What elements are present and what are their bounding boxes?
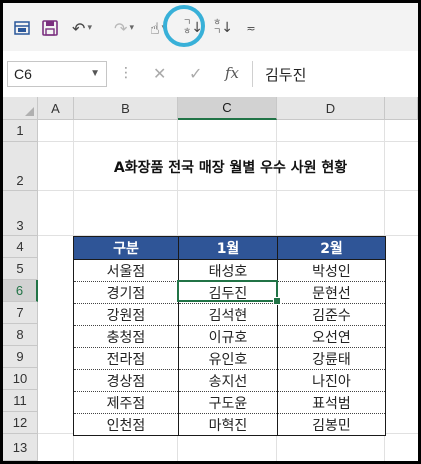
header-cell[interactable]: 1월: [178, 236, 278, 260]
row-header[interactable]: 8: [3, 324, 38, 346]
table-cell[interactable]: 오선연: [277, 325, 386, 348]
column-header-c[interactable]: C: [178, 97, 277, 120]
table-cell[interactable]: 김석현: [178, 303, 278, 326]
row-header[interactable]: 1: [3, 120, 38, 142]
row-header[interactable]: 6: [3, 280, 38, 302]
row-header[interactable]: 5: [3, 258, 38, 280]
row-header[interactable]: 13: [3, 434, 38, 461]
table-cell[interactable]: 마혁진: [178, 413, 278, 436]
data-table: 구분 1월 2월 서울점 태성호 박성인 경기점 김두진 문현선 강원점 김석현…: [73, 236, 386, 436]
insert-function-icon[interactable]: fx: [225, 64, 239, 82]
table-cell[interactable]: 김준수: [277, 303, 386, 326]
row-header[interactable]: 4: [3, 236, 38, 258]
table-cell[interactable]: 송지선: [178, 369, 278, 392]
table-cell[interactable]: 이규호: [178, 325, 278, 348]
undo-button[interactable]: ↶ ▾: [67, 16, 97, 40]
table-row: 강원점 김석현 김준수: [73, 303, 386, 326]
formula-bar: C6 ▼ ⋮ ✕ ✓ fx 김두진: [3, 51, 418, 98]
row-header[interactable]: 7: [3, 302, 38, 324]
table-row: 충청점 이규호 오선연: [73, 325, 386, 348]
name-box-value: C6: [14, 66, 32, 82]
select-all-button[interactable]: [3, 97, 38, 120]
table-cell[interactable]: 전라점: [73, 347, 179, 370]
table-cell[interactable]: 인천점: [73, 413, 179, 436]
table-cell[interactable]: 경기점: [73, 281, 179, 304]
table-row: 제주점 구도윤 표석범: [73, 391, 386, 414]
redo-button[interactable]: ↷ ▾: [109, 16, 139, 40]
save-layout-icon[interactable]: [11, 16, 33, 40]
table-cell[interactable]: 경상점: [73, 369, 179, 392]
divider: [252, 61, 253, 87]
row-header[interactable]: 12: [3, 412, 38, 434]
table-cell[interactable]: 김봉민: [277, 413, 386, 436]
table-cell[interactable]: 나진아: [277, 369, 386, 392]
name-box[interactable]: C6 ▼: [7, 61, 107, 87]
table-row: 서울점 태성호 박성인: [73, 259, 386, 282]
chevron-down-icon[interactable]: ▼: [90, 62, 100, 86]
redo-icon: ↷: [114, 18, 128, 38]
sheet-title[interactable]: A화장품 전국 매장 월별 우수 사원 현황: [73, 157, 388, 177]
header-cell[interactable]: 구분: [73, 236, 179, 260]
enter-icon[interactable]: ✓: [189, 64, 202, 83]
table-cell[interactable]: 강륜태: [277, 347, 386, 370]
row-header[interactable]: 9: [3, 346, 38, 368]
table-cell[interactable]: 표석범: [277, 391, 386, 414]
row-header[interactable]: 11: [3, 390, 38, 412]
cancel-icon[interactable]: ✕: [153, 64, 166, 83]
table-cell[interactable]: 충청점: [73, 325, 179, 348]
table-cell[interactable]: 문현선: [277, 281, 386, 304]
save-icon[interactable]: [39, 16, 61, 40]
table-row: 경상점 송지선 나진아: [73, 369, 386, 392]
table-row: 전라점 유인호 강륜태: [73, 347, 386, 370]
more-icon: ⋮: [119, 65, 133, 81]
header-cell[interactable]: 2월: [277, 236, 386, 260]
chevron-down-icon: ▾: [129, 23, 134, 33]
gridline: [38, 141, 418, 142]
excel-window: ↶ ▾ ↷ ▾ ☝ ▾ ㄱㅎ ↓ ㅎㄱ ↓ ≂ C6 ▼ ⋮ ✕ ✓ fx 김두진 A B: [0, 0, 421, 464]
gridline: [38, 190, 418, 191]
table-cell[interactable]: 태성호: [178, 259, 278, 282]
active-cell-border: [177, 280, 278, 302]
sort-descending-icon[interactable]: ㅎㄱ ↓: [211, 16, 235, 40]
undo-icon: ↶: [72, 18, 86, 38]
quick-access-toolbar: ↶ ▾ ↷ ▾ ☝ ▾ ㄱㅎ ↓ ㅎㄱ ↓ ≂: [3, 3, 418, 52]
row-header[interactable]: 10: [3, 368, 38, 390]
formula-input[interactable]: 김두진: [265, 64, 306, 85]
table-cell[interactable]: 강원점: [73, 303, 179, 326]
touch-mode-icon: ☝: [149, 18, 160, 38]
chevron-down-icon: ▾: [87, 23, 92, 33]
table-cell[interactable]: 박성인: [277, 259, 386, 282]
customize-toolbar-icon[interactable]: ≂: [243, 16, 259, 40]
table-header-row: 구분 1월 2월: [73, 236, 386, 260]
table-cell[interactable]: 유인호: [178, 347, 278, 370]
column-header-b[interactable]: B: [74, 97, 178, 120]
row-header[interactable]: 2: [3, 142, 38, 191]
column-header-d[interactable]: D: [277, 97, 385, 120]
table-cell[interactable]: 서울점: [73, 259, 179, 282]
row-header[interactable]: 3: [3, 191, 38, 236]
fill-handle[interactable]: [273, 297, 281, 305]
column-header-a[interactable]: A: [38, 97, 74, 120]
table-cell[interactable]: 제주점: [73, 391, 179, 414]
table-cell[interactable]: 구도윤: [178, 391, 278, 414]
highlight-circle: [163, 5, 205, 47]
worksheet-grid[interactable]: A B C D 1 2 3 4 5 6 7 8 9 10 11 12 13 A화…: [3, 97, 418, 461]
table-row: 인천점 마혁진 김봉민: [73, 413, 386, 436]
column-header-e[interactable]: [385, 97, 418, 120]
